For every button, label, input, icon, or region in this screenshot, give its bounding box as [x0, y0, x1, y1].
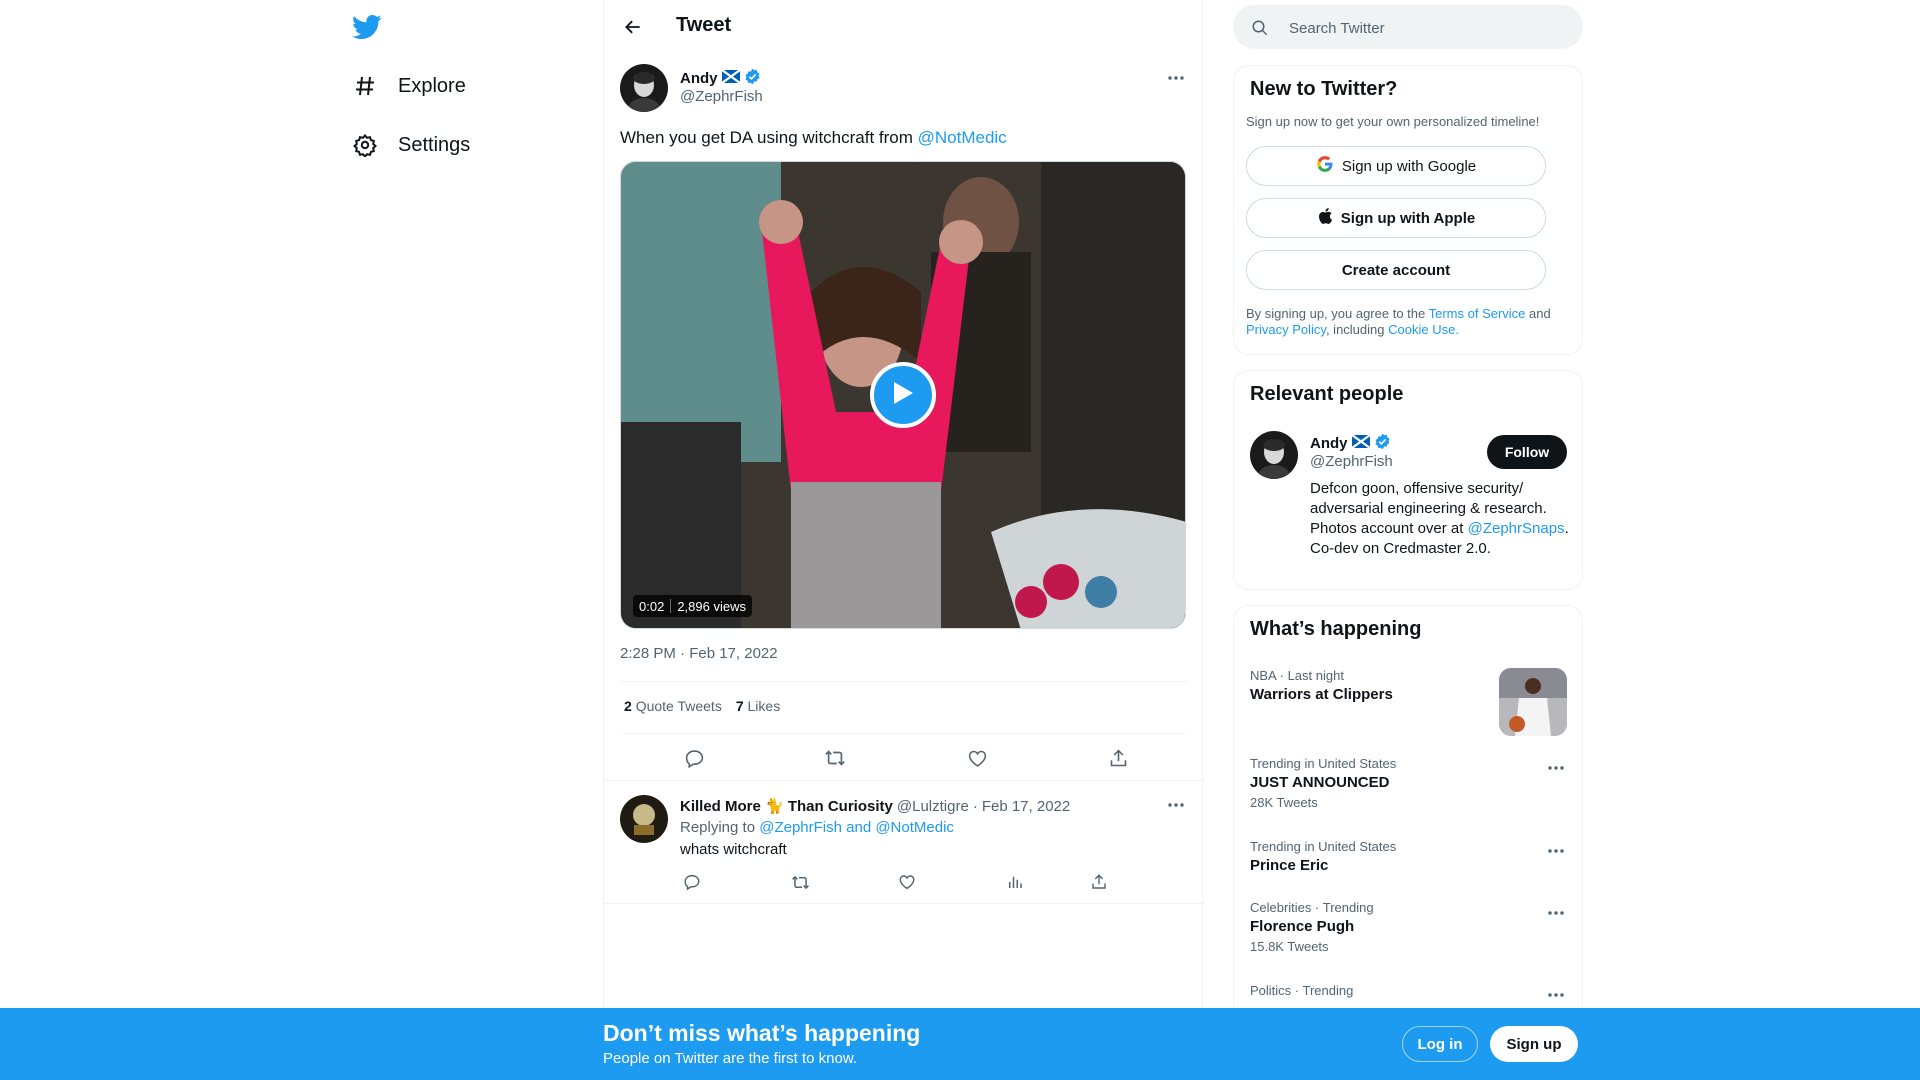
tweet-video[interactable]: 0:02 2,896 views — [620, 161, 1186, 629]
reply-icon[interactable] — [680, 744, 708, 772]
hashtag-icon — [352, 73, 378, 99]
play-icon — [891, 380, 915, 411]
like-icon[interactable] — [893, 868, 921, 896]
share-icon[interactable] — [1104, 744, 1132, 772]
video-views: 2,896 views — [677, 598, 746, 614]
quote-tweets-stat[interactable]: 2 Quote Tweets — [624, 698, 722, 714]
signup-card-title: New to Twitter? — [1250, 78, 1398, 100]
relevant-person-avatar[interactable] — [1250, 431, 1298, 479]
likes-stat[interactable]: 7 Likes — [736, 698, 780, 714]
bio-mention-link[interactable]: @ZephrSnaps — [1468, 520, 1565, 537]
more-options-icon[interactable] — [1164, 793, 1188, 817]
whats-happening-title: What’s happening — [1250, 618, 1422, 640]
whats-happening-card: What’s happening NBA · Last night Warrio… — [1233, 605, 1583, 1045]
trend-item[interactable]: Politics · Trending — [1250, 983, 1568, 1001]
retweet-icon[interactable] — [786, 868, 814, 896]
trend-item[interactable]: Trending in United States JUST ANNOUNCED… — [1250, 756, 1568, 810]
more-options-icon[interactable] — [1544, 983, 1568, 1007]
signup-subtitle: Sign up now to get your own personalized… — [1246, 114, 1540, 129]
replying-to-links[interactable]: @ZephrFish and @NotMedic — [759, 819, 954, 836]
more-options-icon[interactable] — [1164, 66, 1188, 90]
verified-badge-icon — [1374, 433, 1391, 454]
signup-button[interactable]: Sign up — [1490, 1026, 1578, 1062]
verified-badge-icon — [744, 68, 761, 89]
apple-icon — [1317, 207, 1333, 229]
video-duration: 0:02 — [639, 598, 665, 614]
relevant-person-bio: Defcon goon, offensive security/ adversa… — [1310, 480, 1569, 557]
google-icon — [1316, 155, 1334, 177]
reply-dot: · — [972, 797, 978, 815]
signup-legal-text: By signing up, you agree to the Terms of… — [1246, 306, 1551, 337]
terms-link[interactable]: Terms of Service — [1429, 306, 1526, 321]
create-account-button[interactable]: Create account — [1246, 250, 1546, 290]
back-arrow-icon[interactable] — [618, 12, 648, 42]
like-icon[interactable] — [963, 744, 991, 772]
reply-author-name[interactable]: Killed More 🐈 Than Curiosity — [680, 797, 893, 815]
divider — [620, 733, 1188, 734]
tweet-column: Tweet Andy @ZephrFish When you get DA us… — [603, 0, 1204, 1080]
apple-signup-label: Sign up with Apple — [1340, 209, 1476, 227]
author-handle[interactable]: @ZephrFish — [680, 88, 763, 105]
nav-item-explore[interactable]: Explore — [352, 64, 466, 108]
follow-button[interactable]: Follow — [1487, 435, 1567, 469]
google-signup-button[interactable]: Sign up with Google — [1246, 146, 1546, 186]
apple-signup-button[interactable]: Sign up with Apple — [1246, 198, 1546, 238]
tweet-header: Tweet — [604, 0, 1204, 53]
nav-item-label: Settings — [398, 133, 471, 156]
divider — [604, 903, 1204, 904]
reply-header: Killed More 🐈 Than Curiosity @Lulztigre … — [680, 797, 1070, 816]
cookie-link[interactable]: Cookie Use. — [1388, 322, 1459, 337]
relevant-person-name[interactable]: Andy — [1310, 433, 1391, 454]
scotland-flag-icon — [720, 69, 741, 87]
retweet-icon[interactable] — [821, 744, 849, 772]
mention-link[interactable]: @NotMedic — [918, 128, 1007, 147]
scotland-flag-icon — [1350, 434, 1371, 452]
divider — [604, 780, 1204, 781]
search-icon — [1251, 19, 1269, 37]
search-box[interactable] — [1233, 5, 1583, 49]
tweet-timestamp[interactable]: 2:28 PM · Feb 17, 2022 — [620, 645, 778, 662]
trend-item[interactable]: Celebrities · Trending Florence Pugh 15.… — [1250, 900, 1568, 954]
author-name[interactable]: Andy — [680, 68, 761, 89]
reply-text: whats witchcraft — [680, 841, 787, 858]
more-options-icon[interactable] — [1544, 756, 1568, 780]
page-title: Tweet — [676, 14, 732, 36]
nav-item-label: Explore — [398, 74, 466, 97]
signup-banner: Don’t miss what’s happening People on Tw… — [0, 1008, 1920, 1080]
trend-item[interactable]: Trending in United States Prince Eric — [1250, 839, 1568, 874]
reply-author-handle[interactable]: @Lulztigre — [897, 798, 969, 815]
relevant-people-title: Relevant people — [1250, 383, 1404, 405]
replying-to: Replying to @ZephrFish and @NotMedic — [680, 819, 954, 836]
play-button[interactable] — [870, 362, 936, 428]
relevant-person-handle[interactable]: @ZephrFish — [1310, 453, 1393, 470]
reply-author-avatar[interactable] — [620, 795, 668, 843]
reply-icon[interactable] — [678, 868, 706, 896]
author-avatar[interactable] — [620, 64, 668, 112]
gear-icon — [352, 132, 378, 158]
tweet-stats: 2 Quote Tweets 7 Likes — [624, 698, 780, 714]
more-options-icon[interactable] — [1544, 901, 1568, 925]
banner-subtitle: People on Twitter are the first to know. — [603, 1050, 858, 1067]
login-button[interactable]: Log in — [1402, 1026, 1478, 1062]
badge-divider — [670, 599, 672, 613]
twitter-bird-icon[interactable] — [352, 12, 382, 42]
nav-item-settings[interactable]: Settings — [352, 123, 470, 167]
more-options-icon[interactable] — [1544, 839, 1568, 863]
reply-actions — [604, 870, 1204, 894]
divider — [620, 681, 1188, 682]
google-signup-label: Sign up with Google — [1341, 157, 1477, 175]
tweet-actions — [604, 744, 1204, 772]
banner-title: Don’t miss what’s happening — [603, 1020, 921, 1046]
analytics-icon[interactable] — [1001, 868, 1029, 896]
trend-thumbnail[interactable] — [1499, 668, 1567, 736]
reply-date[interactable]: Feb 17, 2022 — [982, 798, 1070, 815]
signup-card: New to Twitter? Sign up now to get your … — [1233, 65, 1583, 355]
video-info-badge: 0:02 2,896 views — [633, 595, 752, 617]
search-input[interactable] — [1289, 17, 1559, 39]
tweet-text: When you get DA using witchcraft from @N… — [620, 128, 1007, 147]
share-icon[interactable] — [1085, 868, 1113, 896]
relevant-people-card: Relevant people Andy @ZephrFish Follow D… — [1233, 370, 1583, 590]
privacy-link[interactable]: Privacy Policy — [1246, 322, 1326, 337]
